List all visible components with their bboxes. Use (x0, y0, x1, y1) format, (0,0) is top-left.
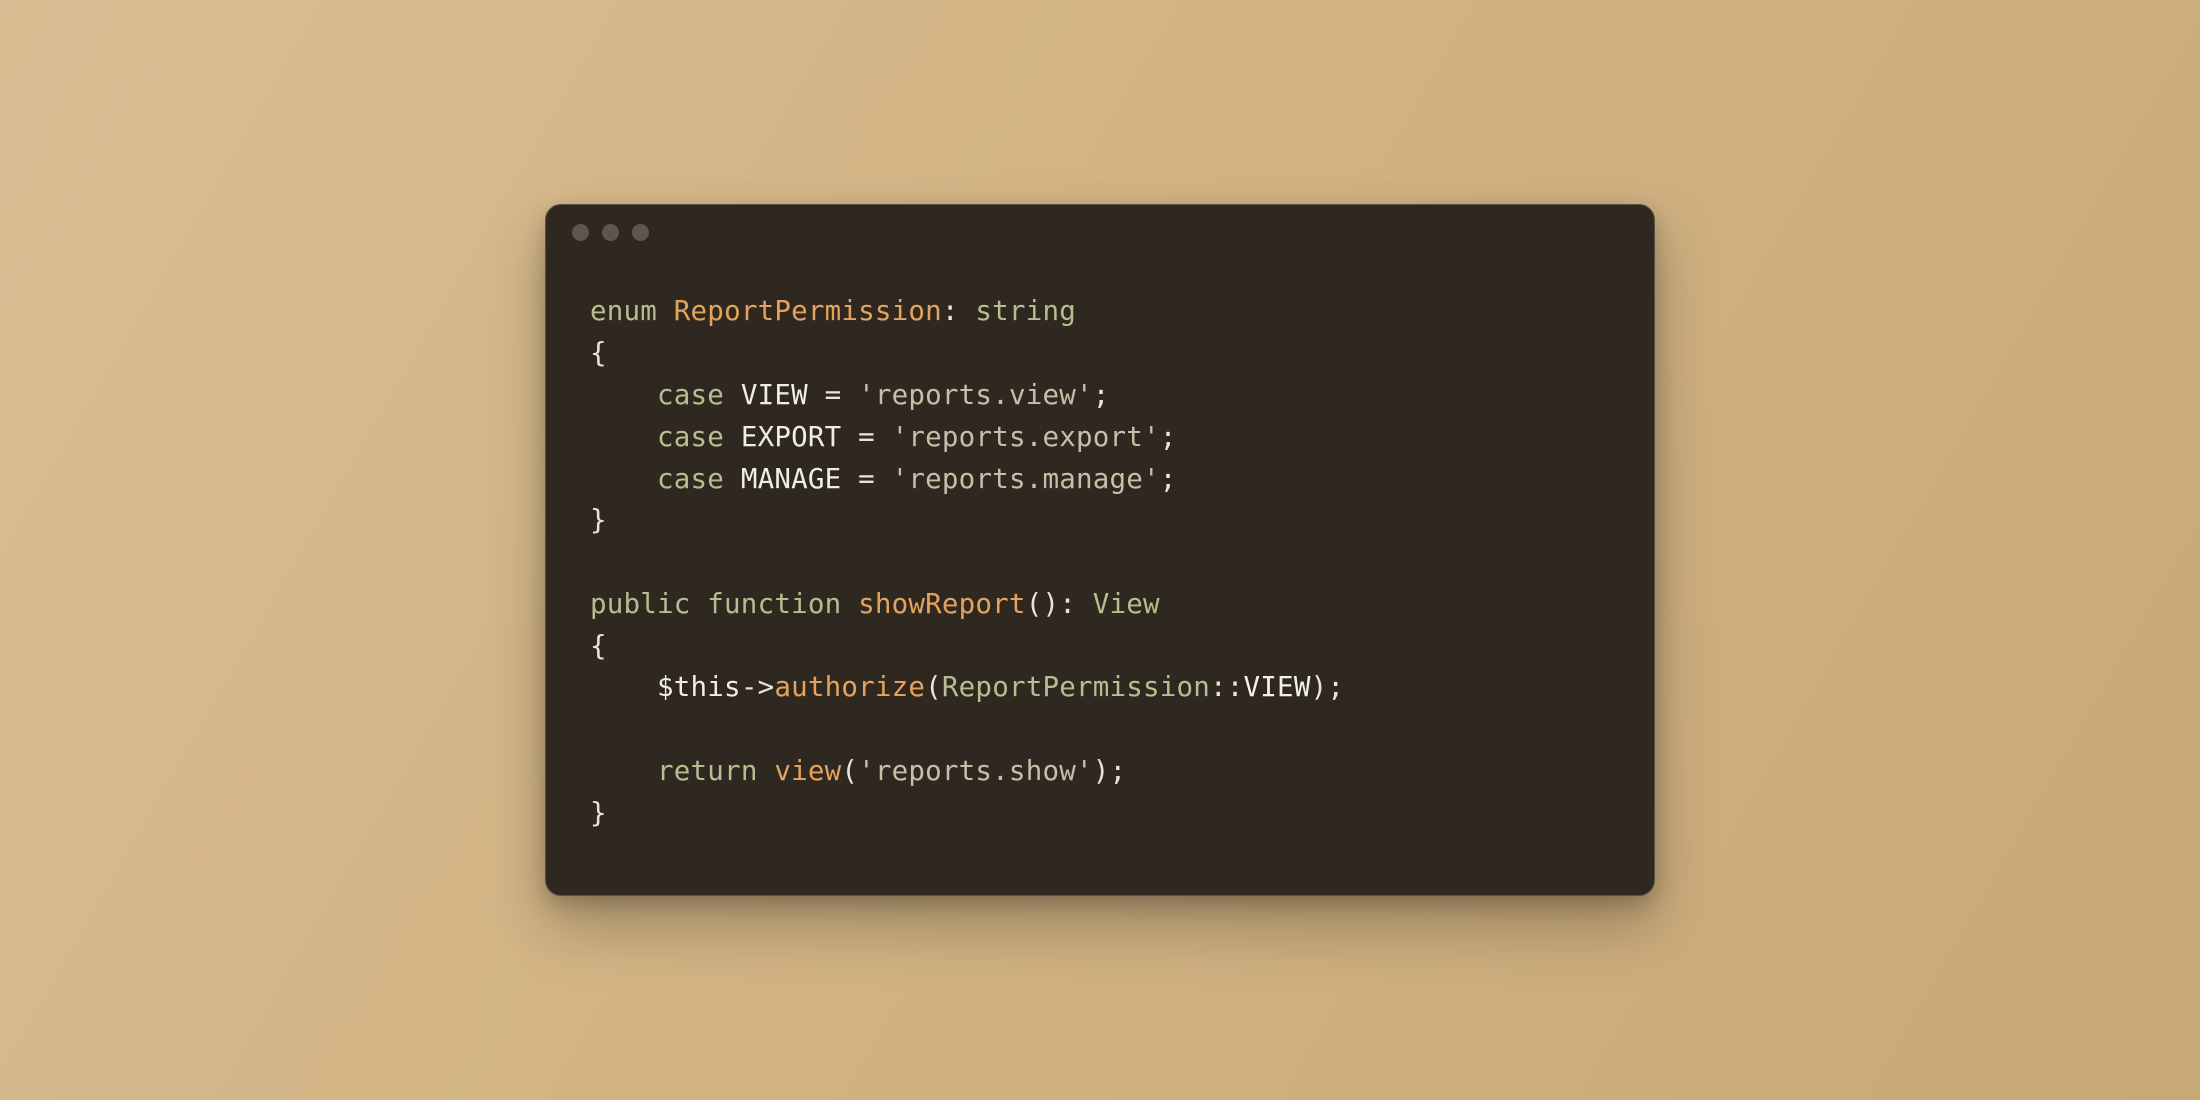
semicolon: ; (1093, 379, 1110, 411)
function-call: view (774, 755, 841, 787)
colon: : (1059, 588, 1093, 620)
keyword-public: public (590, 588, 707, 620)
case-name: MANAGE (741, 463, 842, 495)
keyword-enum: enum (590, 295, 674, 327)
semicolon: ; (1160, 463, 1177, 495)
equals: = (841, 421, 891, 453)
traffic-light-close-icon[interactable] (572, 224, 589, 241)
function-name: showReport (858, 588, 1026, 620)
traffic-light-zoom-icon[interactable] (632, 224, 649, 241)
semicolon: ; (1160, 421, 1177, 453)
string-literal: 'reports.manage' (892, 463, 1160, 495)
string-literal: 'reports.view' (858, 379, 1093, 411)
constant: VIEW (1244, 671, 1311, 703)
paren-close: ) (1311, 671, 1328, 703)
this-variable: $this (657, 671, 741, 703)
string-literal: 'reports.show' (858, 755, 1093, 787)
case-name: VIEW (741, 379, 808, 411)
parentheses: () (1026, 588, 1060, 620)
semicolon: ; (1109, 755, 1126, 787)
return-type: View (1093, 588, 1160, 620)
method-call: authorize (774, 671, 925, 703)
indent (590, 379, 657, 411)
indent (590, 671, 657, 703)
scope-resolution: :: (1210, 671, 1244, 703)
type-name: ReportPermission (674, 295, 942, 327)
code-block: enum ReportPermission: string { case VIE… (546, 259, 1654, 894)
paren-open: ( (925, 671, 942, 703)
keyword-case: case (657, 421, 741, 453)
indent (590, 421, 657, 453)
punct: : (942, 295, 976, 327)
paren-open: ( (841, 755, 858, 787)
semicolon: ; (1327, 671, 1344, 703)
brace-open: { (590, 337, 607, 369)
keyword-return: return (657, 755, 774, 787)
paren-close: ) (1093, 755, 1110, 787)
equals: = (808, 379, 858, 411)
keyword-case: case (657, 463, 741, 495)
equals: = (841, 463, 891, 495)
brace-close: } (590, 797, 607, 829)
case-name: EXPORT (741, 421, 842, 453)
keyword-case: case (657, 379, 741, 411)
arrow: -> (741, 671, 775, 703)
indent (590, 755, 657, 787)
keyword-function: function (707, 588, 858, 620)
brace-open: { (590, 630, 607, 662)
window-titlebar (546, 205, 1654, 259)
string-literal: 'reports.export' (892, 421, 1160, 453)
indent (590, 463, 657, 495)
code-window: enum ReportPermission: string { case VIE… (545, 204, 1655, 895)
class-ref: ReportPermission (942, 671, 1210, 703)
return-type: string (975, 295, 1076, 327)
traffic-light-minimize-icon[interactable] (602, 224, 619, 241)
brace-close: } (590, 504, 607, 536)
